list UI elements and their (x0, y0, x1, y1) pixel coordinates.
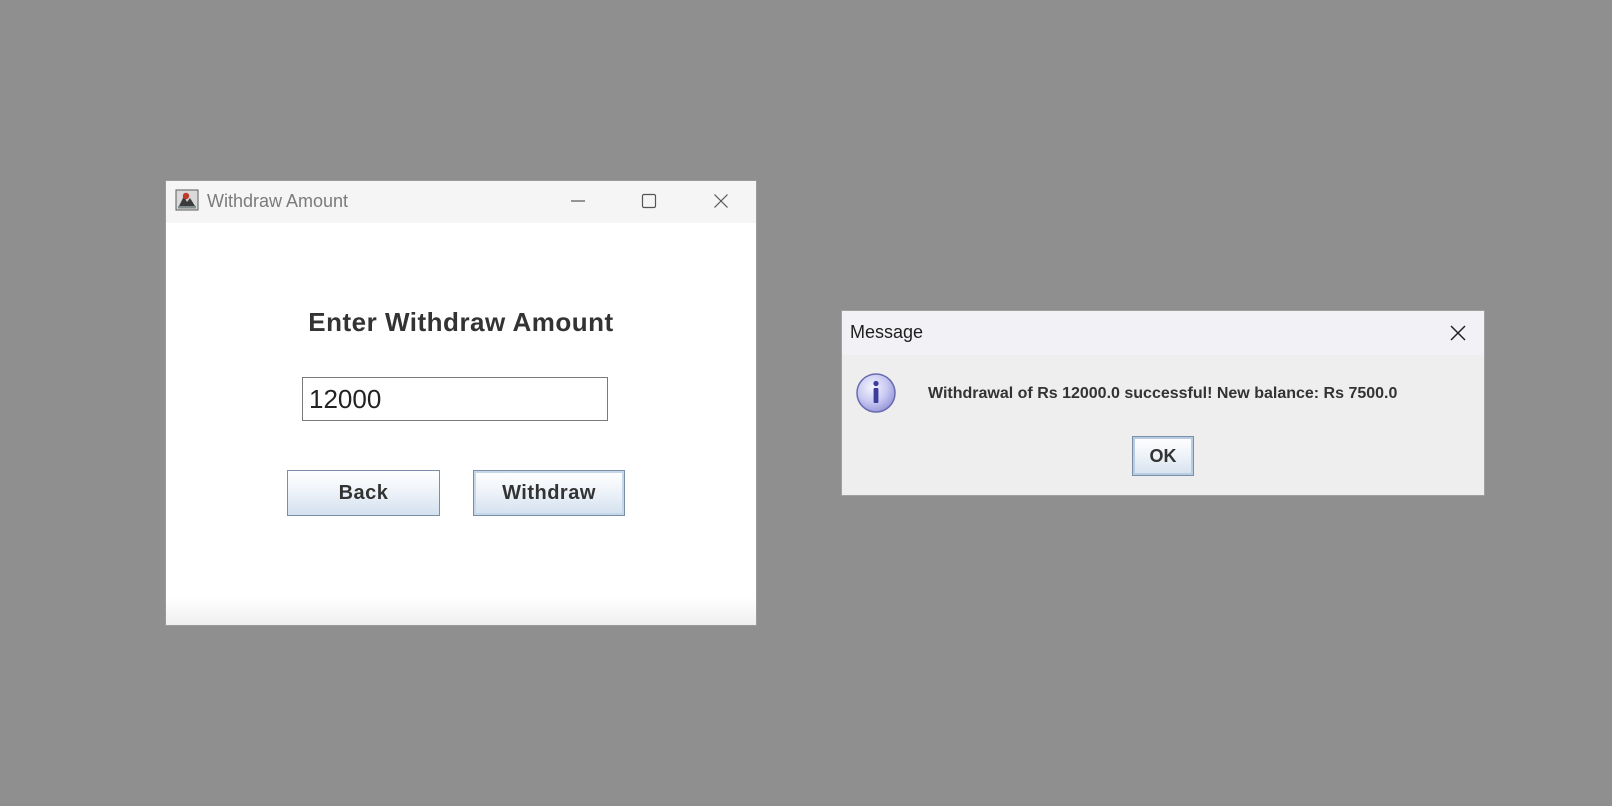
ok-button[interactable]: OK (1132, 436, 1194, 476)
dialog-titlebar[interactable]: Message (842, 311, 1484, 355)
maximize-button[interactable] (626, 181, 672, 221)
window-titlebar[interactable]: Withdraw Amount (166, 181, 756, 223)
message-dialog: Message Withdrawal of Rs 12000.0 success… (842, 311, 1484, 495)
window-title: Withdraw Amount (207, 191, 349, 211)
back-button[interactable]: Back (287, 470, 440, 516)
window-bottom-edge (166, 597, 756, 625)
close-icon (714, 194, 728, 208)
withdraw-window: Withdraw Amount Enter Withdraw Amount Ba… (166, 181, 756, 625)
java-app-icon (175, 188, 199, 212)
minimize-button[interactable] (555, 181, 601, 221)
dialog-close-button[interactable] (1438, 313, 1478, 353)
dialog-message: Withdrawal of Rs 12000.0 successful! New… (928, 385, 1398, 402)
close-icon (1450, 325, 1466, 341)
minimize-icon (571, 200, 585, 202)
withdraw-amount-input[interactable] (302, 377, 608, 421)
dialog-title: Message (850, 322, 924, 342)
page-title: Enter Withdraw Amount (308, 307, 614, 337)
withdraw-button[interactable]: Withdraw (473, 470, 625, 516)
info-icon (854, 371, 898, 415)
maximize-icon (641, 193, 657, 209)
close-button[interactable] (698, 181, 744, 221)
